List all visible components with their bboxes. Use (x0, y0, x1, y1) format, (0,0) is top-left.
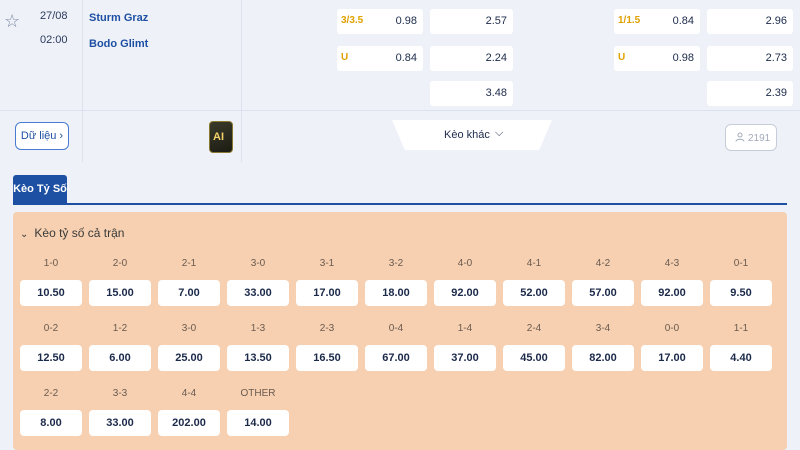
score-label: 3-0 (181, 323, 197, 334)
handicap-line: 1/1.5 (618, 15, 641, 26)
odds-value: 0.98 (395, 15, 417, 27)
ht-handicap-home[interactable]: 1/1.5 0.84 (614, 9, 700, 34)
score-odds-button[interactable]: 15.00 (89, 280, 151, 306)
odds-value: 0.84 (395, 52, 417, 64)
odds-value: 2.73 (765, 52, 787, 64)
ft-handicap-away[interactable]: U 0.84 (337, 46, 423, 71)
score-label: 3-3 (112, 388, 128, 399)
score-label: 3-2 (388, 258, 404, 269)
odds-value: 2.57 (485, 15, 507, 27)
score-odds-button[interactable]: 6.00 (89, 345, 151, 371)
star-icon[interactable]: ☆ (4, 12, 22, 30)
odds-value: 2.39 (765, 87, 787, 99)
panel-header[interactable]: ⌄ Kèo tỷ số cả trận (20, 226, 124, 240)
score-label: OTHER (240, 388, 276, 399)
score-odds-button[interactable]: 45.00 (503, 345, 565, 371)
score-odds-button[interactable]: 52.00 (503, 280, 565, 306)
score-label: 4-1 (526, 258, 542, 269)
score-odds-button[interactable]: 18.00 (365, 280, 427, 306)
handicap-line: U (341, 52, 349, 63)
score-label: 2-3 (319, 323, 335, 334)
odds-value: 2.24 (485, 52, 507, 64)
ft-handicap-home[interactable]: 3/3.5 0.98 (337, 9, 423, 34)
score-odds-button[interactable]: 202.00 (158, 410, 220, 436)
score-odds-button[interactable]: 57.00 (572, 280, 634, 306)
tab-underline (13, 203, 787, 205)
score-label: 4-0 (457, 258, 473, 269)
match-row: ☆ 27/08 02:00 Sturm Graz Bodo Glimt 3/3.… (0, 0, 800, 110)
user-icon (735, 132, 745, 145)
ht-1x2-home[interactable]: 2.96 (707, 9, 793, 34)
odds-value: 2.96 (765, 15, 787, 27)
score-odds-button[interactable]: 33.00 (227, 280, 289, 306)
score-label: 3-4 (595, 323, 611, 334)
ft-1x2-home[interactable]: 2.57 (430, 9, 513, 34)
score-odds-button[interactable]: 82.00 (572, 345, 634, 371)
score-label: 1-4 (457, 323, 473, 334)
ft-1x2-draw[interactable]: 3.48 (430, 81, 513, 106)
ht-handicap-away[interactable]: U 0.98 (614, 46, 700, 71)
score-odds-button[interactable]: 12.50 (20, 345, 82, 371)
score-odds-button[interactable]: 9.50 (710, 280, 772, 306)
score-odds-button[interactable]: 37.00 (434, 345, 496, 371)
score-label: 1-1 (733, 323, 749, 334)
more-odds-tab[interactable]: Kèo khác ⌵ (392, 120, 552, 150)
score-label: 4-4 (181, 388, 197, 399)
ft-1x2-away[interactable]: 2.24 (430, 46, 513, 71)
match-date: 27/08 (40, 10, 68, 22)
score-odds-button[interactable]: 10.50 (20, 280, 82, 306)
score-odds-button[interactable]: 16.50 (296, 345, 358, 371)
score-odds-button[interactable]: 33.00 (89, 410, 151, 436)
score-label: 2-4 (526, 323, 542, 334)
score-odds-button[interactable]: 17.00 (296, 280, 358, 306)
chevron-down-icon: ⌵ (495, 127, 504, 139)
score-odds-button[interactable]: 92.00 (434, 280, 496, 306)
data-button[interactable]: Dữ liệu › (15, 122, 69, 150)
score-odds-button[interactable]: 92.00 (641, 280, 703, 306)
score-label: 0-0 (664, 323, 680, 334)
viewers-count: 2191 (748, 133, 771, 144)
score-label: 0-1 (733, 258, 749, 269)
score-odds-button[interactable]: 67.00 (365, 345, 427, 371)
score-odds-button[interactable]: 14.00 (227, 410, 289, 436)
handicap-line: U (618, 52, 626, 63)
score-odds-button[interactable]: 7.00 (158, 280, 220, 306)
match-time: 02:00 (40, 34, 68, 46)
score-label: 1-0 (43, 258, 59, 269)
tab-correct-score[interactable]: Kèo Tỷ Số (13, 175, 67, 204)
score-label: 4-3 (664, 258, 680, 269)
handicap-line: 3/3.5 (341, 15, 364, 26)
odds-value: 0.98 (672, 52, 694, 64)
score-label: 3-1 (319, 258, 335, 269)
tab-bar (0, 162, 800, 206)
score-odds-button[interactable]: 4.40 (710, 345, 772, 371)
odds-value: 3.48 (485, 87, 507, 99)
home-team-name[interactable]: Sturm Graz (89, 12, 148, 24)
score-label: 2-0 (112, 258, 128, 269)
score-label: 3-0 (250, 258, 266, 269)
score-label: 1-3 (250, 323, 266, 334)
viewers-badge[interactable]: 2191 (725, 124, 777, 151)
ai-label: AI (213, 131, 224, 143)
score-label: 2-2 (43, 388, 59, 399)
score-odds-button[interactable]: 13.50 (227, 345, 289, 371)
ai-badge[interactable]: AI (209, 121, 233, 153)
chevron-down-icon: ⌄ (20, 229, 29, 240)
ht-1x2-draw[interactable]: 2.39 (707, 81, 793, 106)
away-team-name[interactable]: Bodo Glimt (89, 38, 148, 50)
score-label: 4-2 (595, 258, 611, 269)
score-label: 2-1 (181, 258, 197, 269)
more-odds-label: Kèo khác (444, 129, 490, 141)
odds-value: 0.84 (672, 15, 694, 27)
score-label: 0-2 (43, 323, 59, 334)
panel-title: Kèo tỷ số cả trận (34, 226, 125, 240)
score-label: 1-2 (112, 323, 128, 334)
score-odds-button[interactable]: 8.00 (20, 410, 82, 436)
ht-1x2-away[interactable]: 2.73 (707, 46, 793, 71)
score-odds-button[interactable]: 25.00 (158, 345, 220, 371)
score-odds-button[interactable]: 17.00 (641, 345, 703, 371)
score-label: 0-4 (388, 323, 404, 334)
